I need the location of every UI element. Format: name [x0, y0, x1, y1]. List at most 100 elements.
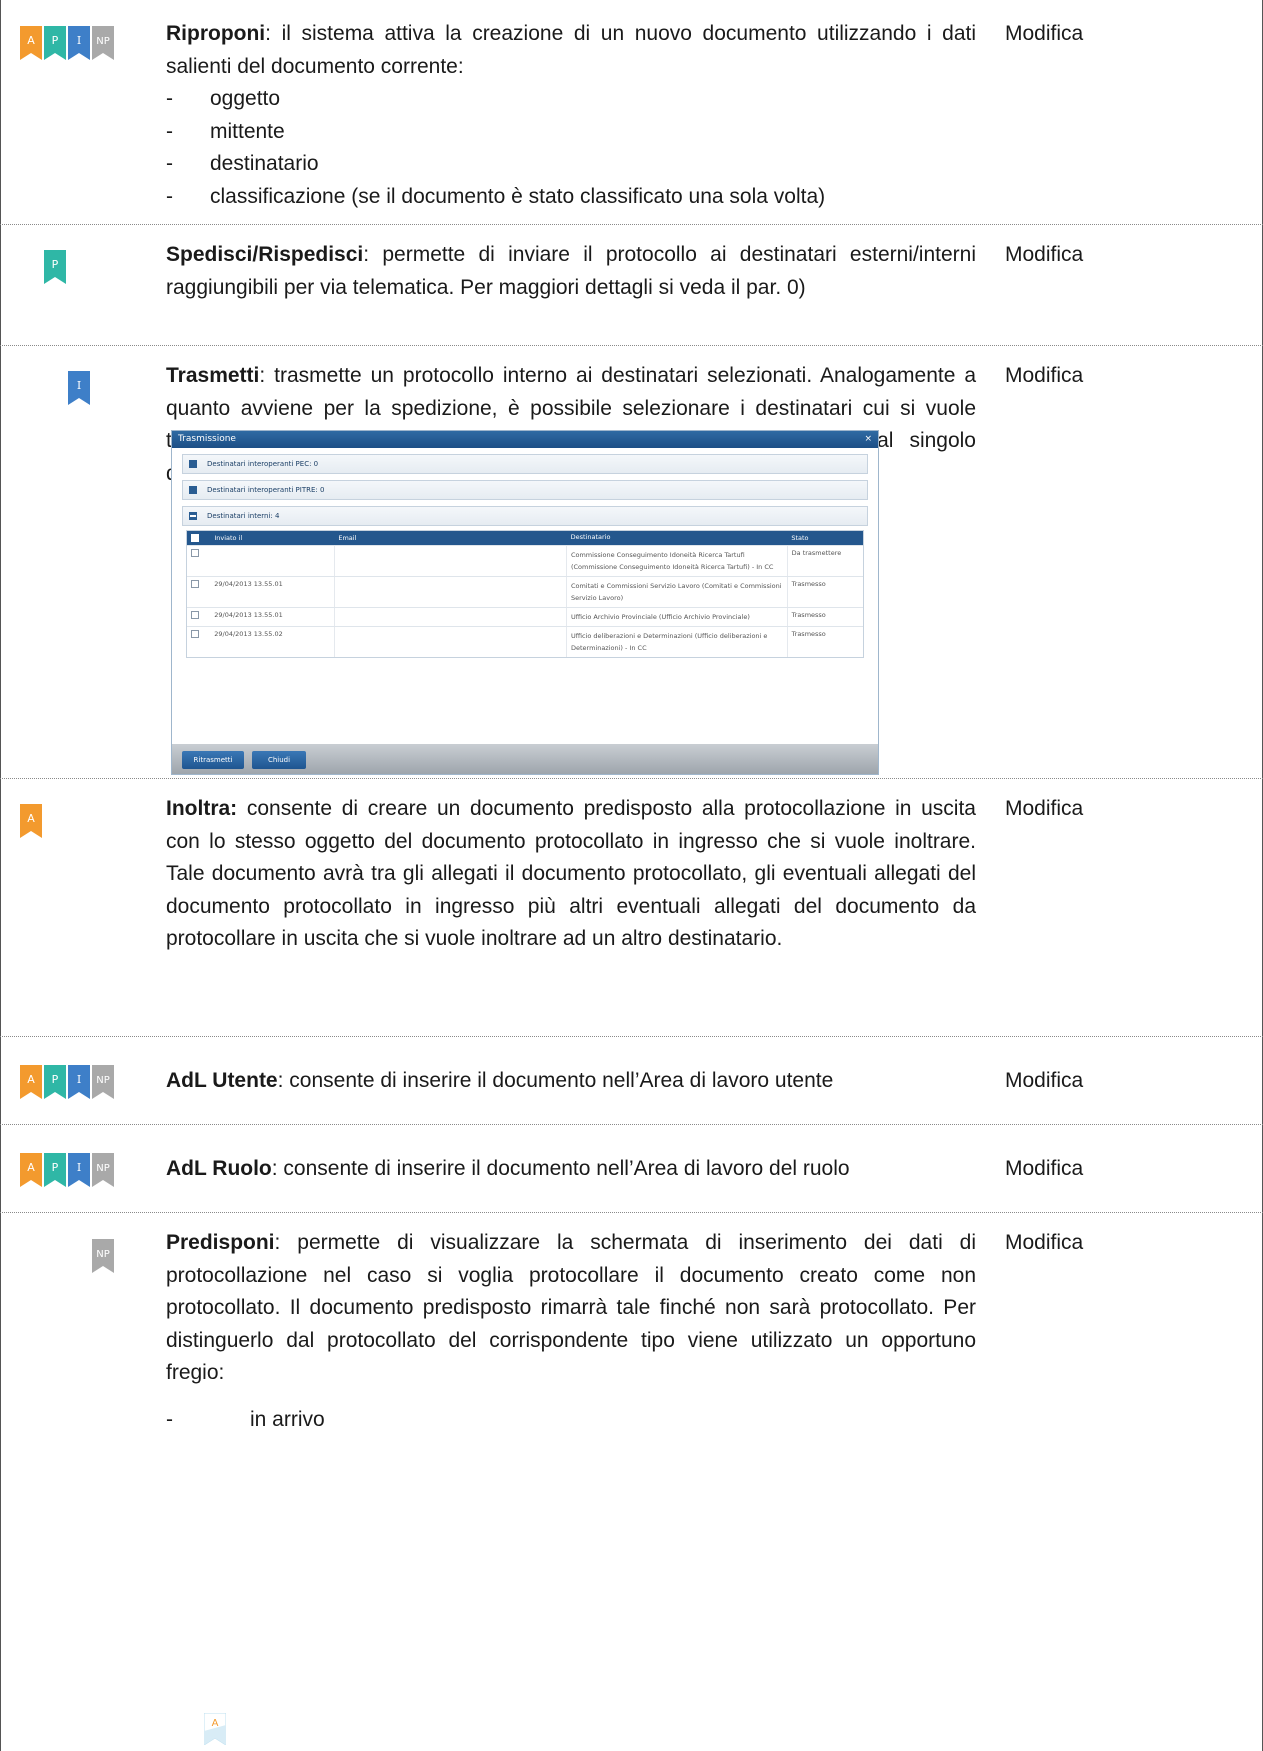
stato-cell: Trasmesso — [786, 627, 863, 657]
section-interni[interactable]: Destinatari interni: 4 — [182, 506, 868, 526]
table-row[interactable]: 29/04/2013 13.55.02 Ufficio deliberazion… — [187, 626, 863, 657]
checkbox-cell — [187, 577, 210, 607]
row-title: AdL Ruolo — [166, 1157, 272, 1180]
column-header: Email — [338, 534, 357, 542]
svg-text:A: A — [27, 34, 35, 47]
action-label: Modifica — [1005, 797, 1084, 820]
ritrasmetti-button[interactable]: Ritrasmetti — [182, 751, 244, 769]
row-description: Inoltra: consente di creare un documento… — [166, 793, 976, 956]
svg-text:I: I — [77, 1073, 81, 1086]
checkbox-cell — [187, 608, 210, 626]
row-text: : consente di inserire il documento nell… — [277, 1069, 834, 1092]
action-label: Modifica — [1005, 22, 1084, 45]
svg-text:P: P — [52, 1161, 59, 1174]
row-checkbox[interactable] — [191, 630, 199, 638]
svg-text:A: A — [27, 1073, 35, 1086]
document-page: A P I NP Riproponi: il sistema attiva la… — [0, 0, 1263, 1751]
row-title: AdL Utente — [166, 1069, 278, 1092]
badge-a-icon: A — [20, 804, 42, 838]
close-icon[interactable]: × — [864, 431, 872, 448]
badge-p-icon: P — [44, 1065, 66, 1099]
list-item: mittente — [166, 116, 976, 149]
table-row[interactable]: Commissione Conseguimento Idoneità Ricer… — [187, 545, 863, 576]
checkbox-cell — [187, 546, 210, 576]
inviato-cell: 29/04/2013 13.55.01 — [214, 580, 283, 588]
row-divider — [0, 224, 1263, 225]
row-description: Riproponi: il sistema attiva la creazion… — [166, 18, 976, 213]
recipients-table: Inviato il Email Destinatario Stato Comm… — [186, 530, 864, 658]
collapse-icon — [189, 512, 197, 520]
select-all-cell — [187, 531, 210, 545]
email-cell — [333, 627, 566, 657]
table-row[interactable]: 29/04/2013 13.55.01 Ufficio Archivio Pro… — [187, 607, 863, 626]
badge-a-icon: A — [20, 1153, 42, 1187]
badge-p-icon: P — [44, 250, 66, 284]
section-label: Destinatari interni: 4 — [207, 512, 280, 520]
action-label: Modifica — [1005, 1069, 1084, 1092]
list-item: destinatario — [166, 148, 976, 181]
expand-icon — [189, 460, 197, 468]
checkbox-cell — [187, 627, 210, 657]
row-description: AdL Ruolo: consente di inserire il docum… — [166, 1153, 976, 1186]
svg-text:A: A — [27, 812, 35, 825]
table-left-border — [0, 0, 1, 1751]
badge-a-icon: A — [20, 26, 42, 60]
list-item: in arrivo — [166, 1404, 976, 1437]
section-label: Destinatari interoperanti PITRE: 0 — [207, 486, 325, 494]
list-item-text: in arrivo — [250, 1407, 325, 1431]
row-text: : consente di inserire il documento nell… — [271, 1157, 850, 1180]
badge-i-icon: I — [68, 26, 90, 60]
svg-text:P: P — [52, 258, 59, 271]
badge-np-icon: NP — [92, 1153, 114, 1187]
action-label: Modifica — [1005, 1231, 1084, 1254]
column-header: Stato — [791, 534, 809, 542]
expand-icon — [189, 486, 197, 494]
svg-text:NP: NP — [96, 1075, 110, 1086]
row-checkbox[interactable] — [191, 580, 199, 588]
chiudi-button[interactable]: Chiudi — [252, 751, 306, 769]
badge-np-icon: NP — [92, 1239, 114, 1273]
row-divider — [0, 1212, 1263, 1213]
row-description: Spedisci/Rispedisci: permette di inviare… — [166, 239, 976, 304]
fregio-icon: A — [203, 1712, 227, 1746]
stato-cell: Trasmesso — [786, 577, 863, 607]
action-label: Modifica — [1005, 243, 1084, 266]
column-header: Destinatario — [570, 533, 611, 541]
stato-cell: Da trasmettere — [786, 546, 863, 576]
email-cell — [333, 577, 566, 607]
section-pec[interactable]: Destinatari interoperanti PEC: 0 — [182, 454, 868, 474]
destinatario-cell: Ufficio deliberazioni e Determinazioni (… — [565, 627, 787, 657]
email-cell — [333, 608, 566, 626]
svg-text:I: I — [77, 1161, 81, 1174]
row-checkbox[interactable] — [191, 549, 199, 557]
badge-p-icon: P — [44, 26, 66, 60]
bullet-list: in arrivo — [166, 1404, 976, 1437]
section-pitre[interactable]: Destinatari interoperanti PITRE: 0 — [182, 480, 868, 500]
row-divider — [0, 1036, 1263, 1037]
list-item: oggetto — [166, 83, 976, 116]
badge-i-icon: I — [68, 1065, 90, 1099]
row-title: Inoltra: — [166, 797, 238, 820]
table-row[interactable]: 29/04/2013 13.55.01 Comitati e Commissio… — [187, 576, 863, 607]
destinatario-cell: Commissione Conseguimento Idoneità Ricer… — [565, 546, 787, 576]
destinatario-cell: Ufficio Archivio Provinciale (Ufficio Ar… — [565, 608, 787, 626]
row-checkbox[interactable] — [191, 611, 199, 619]
svg-text:NP: NP — [96, 1249, 110, 1260]
dialog-title-bar: Trasmissione × — [172, 431, 878, 448]
row-divider — [0, 1124, 1263, 1125]
svg-text:P: P — [52, 1073, 59, 1086]
svg-text:A: A — [27, 1161, 35, 1174]
row-title: Spedisci/Rispedisci — [166, 243, 364, 266]
select-all-checkbox[interactable] — [191, 534, 199, 542]
trasmissione-dialog-screenshot: Trasmissione × Destinatari interoperanti… — [171, 430, 879, 775]
inviato-cell: 29/04/2013 13.55.02 — [214, 630, 283, 638]
badge-np-icon: NP — [92, 1065, 114, 1099]
email-cell — [333, 546, 566, 576]
badge-p-icon: P — [44, 1153, 66, 1187]
badge-a-icon: A — [20, 1065, 42, 1099]
svg-text:I: I — [77, 34, 81, 47]
svg-text:NP: NP — [96, 1163, 110, 1174]
row-text: : il sistema attiva la creazione di un n… — [166, 22, 976, 78]
row-text: : permette di visualizzare la schermata … — [166, 1231, 976, 1384]
row-divider — [0, 345, 1263, 346]
